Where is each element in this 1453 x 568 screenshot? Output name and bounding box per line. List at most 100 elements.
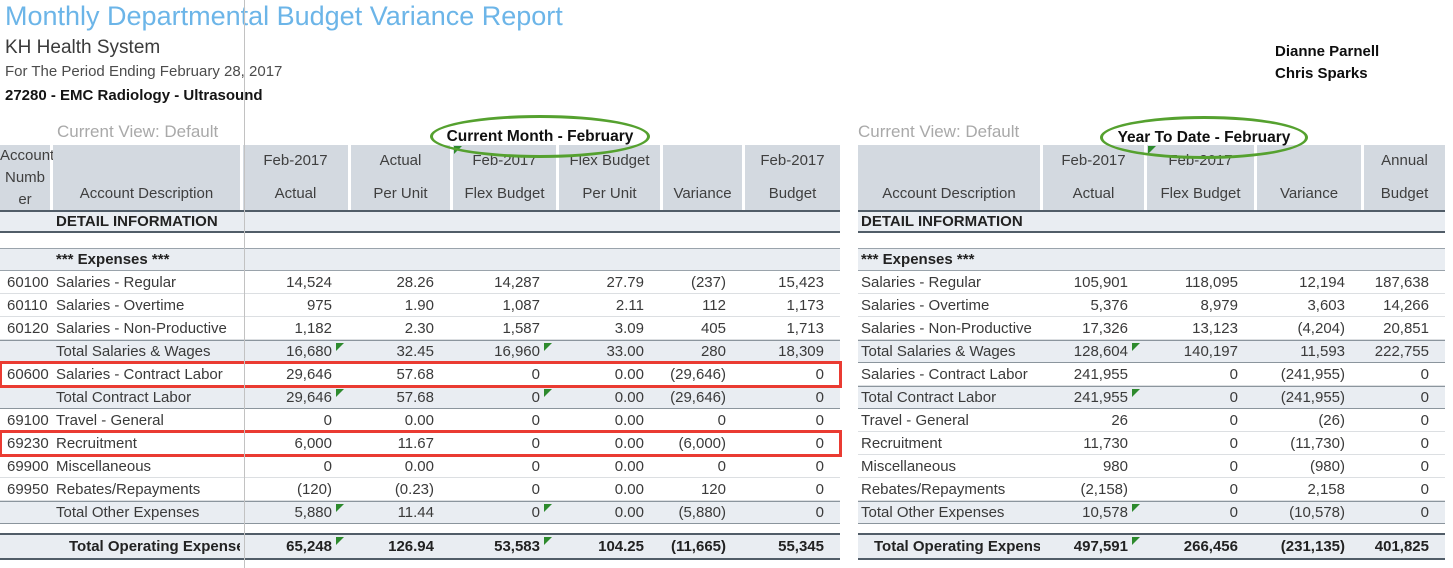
account-description-cell[interactable]: Total Operating Expenses: [858, 538, 1040, 555]
value-cell[interactable]: 0: [1364, 409, 1445, 431]
account-number-cell[interactable]: 69950: [0, 481, 50, 498]
total-row[interactable]: Total Contract Labor241,9550(241,955)0: [858, 386, 1445, 409]
value-cell[interactable]: 0: [745, 409, 840, 431]
value-cell[interactable]: 0: [1364, 432, 1445, 454]
value-cell[interactable]: 128,604: [1043, 341, 1144, 362]
account-description-cell[interactable]: Salaries - Contract Labor: [53, 366, 240, 383]
total-row[interactable]: Total Contract Labor29,64657.6800.00(29,…: [0, 386, 840, 409]
table-row[interactable]: Recruitment11,7300(11,730)0: [858, 432, 1445, 455]
column-header[interactable]: Variance: [663, 145, 742, 210]
total-row[interactable]: Total Salaries & Wages16,68032.4516,9603…: [0, 340, 840, 363]
value-cell[interactable]: 0: [243, 409, 348, 431]
value-cell[interactable]: 0: [1364, 363, 1445, 385]
detail-row[interactable]: DETAIL INFORMATION: [858, 210, 1445, 233]
table-row[interactable]: 60100Salaries - Regular14,52428.2614,287…: [0, 271, 840, 294]
value-cell[interactable]: [745, 212, 840, 231]
value-cell[interactable]: 241,955: [1043, 387, 1144, 408]
table-row[interactable]: 69100Travel - General00.0000.0000: [0, 409, 840, 432]
account-description-cell[interactable]: Rebates/Repayments: [858, 481, 1040, 498]
value-cell[interactable]: (11,730): [1257, 432, 1361, 454]
value-cell[interactable]: [453, 212, 556, 231]
value-cell[interactable]: [559, 249, 660, 270]
total-row[interactable]: Total Salaries & Wages128,604140,19711,5…: [858, 340, 1445, 363]
value-cell[interactable]: 5,880: [243, 502, 348, 523]
value-cell[interactable]: 10,578: [1043, 502, 1144, 523]
grand-row[interactable]: Total Operating Expenses497,591266,456(2…: [858, 533, 1445, 560]
table-row[interactable]: 69950Rebates/Repayments(120)(0.23)00.001…: [0, 478, 840, 501]
value-cell[interactable]: 0.00: [351, 455, 450, 477]
value-cell[interactable]: 0.00: [559, 409, 660, 431]
value-cell[interactable]: 28.26: [351, 271, 450, 293]
value-cell[interactable]: 29,646: [243, 363, 348, 385]
value-cell[interactable]: 1,087: [453, 294, 556, 316]
value-cell[interactable]: (2,158): [1043, 478, 1144, 500]
value-cell[interactable]: 65,248: [243, 535, 348, 558]
value-cell[interactable]: 15,423: [745, 271, 840, 293]
value-cell[interactable]: 14,287: [453, 271, 556, 293]
value-cell[interactable]: 1.90: [351, 294, 450, 316]
value-cell[interactable]: 13,123: [1147, 317, 1254, 339]
account-number-cell[interactable]: 69900: [0, 458, 50, 475]
value-cell[interactable]: (6,000): [663, 432, 742, 454]
value-cell[interactable]: 975: [243, 294, 348, 316]
account-description-cell[interactable]: DETAIL INFORMATION: [858, 213, 1040, 230]
column-header[interactable]: AnnualBudget: [1364, 145, 1445, 210]
value-cell[interactable]: 222,755: [1364, 341, 1445, 362]
account-number-cell[interactable]: 60600: [0, 366, 50, 383]
value-cell[interactable]: 12,194: [1257, 271, 1361, 293]
value-cell[interactable]: 105,901: [1043, 271, 1144, 293]
value-cell[interactable]: 112: [663, 294, 742, 316]
value-cell[interactable]: 280: [663, 341, 742, 362]
value-cell[interactable]: 20,851: [1364, 317, 1445, 339]
value-cell[interactable]: 55,345: [745, 535, 840, 558]
value-cell[interactable]: 18,309: [745, 341, 840, 362]
value-cell[interactable]: 0: [453, 478, 556, 500]
account-description-cell[interactable]: Total Other Expenses: [53, 504, 240, 521]
value-cell[interactable]: 140,197: [1147, 341, 1254, 362]
value-cell[interactable]: 0: [745, 478, 840, 500]
value-cell[interactable]: (237): [663, 271, 742, 293]
value-cell[interactable]: 0: [1147, 455, 1254, 477]
account-description-cell[interactable]: Miscellaneous: [858, 458, 1040, 475]
account-description-cell[interactable]: Total Contract Labor: [53, 389, 240, 406]
table-row[interactable]: Rebates/Repayments(2,158)02,1580: [858, 478, 1445, 501]
account-number-cell[interactable]: 60110: [0, 297, 50, 314]
value-cell[interactable]: 0: [1147, 363, 1254, 385]
value-cell[interactable]: [663, 212, 742, 231]
value-cell[interactable]: 0: [1147, 432, 1254, 454]
value-cell[interactable]: 1,713: [745, 317, 840, 339]
account-description-cell[interactable]: Total Other Expenses: [858, 504, 1040, 521]
value-cell[interactable]: 16,680: [243, 341, 348, 362]
column-header[interactable]: Feb-2017Actual: [243, 145, 348, 210]
value-cell[interactable]: 11.67: [351, 432, 450, 454]
value-cell[interactable]: 266,456: [1147, 535, 1254, 558]
column-header[interactable]: Feb-2017Budget: [745, 145, 840, 210]
account-description-cell[interactable]: Total Operating Expenses: [53, 538, 240, 555]
account-description-cell[interactable]: Miscellaneous: [53, 458, 240, 475]
account-description-cell[interactable]: Salaries - Overtime: [53, 297, 240, 314]
account-number-cell[interactable]: 60100: [0, 274, 50, 291]
value-cell[interactable]: 0: [663, 409, 742, 431]
value-cell[interactable]: [1147, 212, 1254, 231]
value-cell[interactable]: [1147, 249, 1254, 270]
table-row[interactable]: Miscellaneous9800(980)0: [858, 455, 1445, 478]
value-cell[interactable]: [1043, 212, 1144, 231]
account-description-cell[interactable]: Total Salaries & Wages: [53, 343, 240, 360]
value-cell[interactable]: 26: [1043, 409, 1144, 431]
account-description-cell[interactable]: Salaries - Contract Labor: [858, 366, 1040, 383]
account-description-cell[interactable]: *** Expenses ***: [858, 251, 1040, 268]
account-description-cell[interactable]: Salaries - Non-Productive: [53, 320, 240, 337]
account-description-cell[interactable]: Travel - General: [858, 412, 1040, 429]
value-cell[interactable]: 2.11: [559, 294, 660, 316]
section-row[interactable]: *** Expenses ***: [0, 248, 840, 271]
value-cell[interactable]: [1364, 212, 1445, 231]
value-cell[interactable]: 405: [663, 317, 742, 339]
value-cell[interactable]: 53,583: [453, 535, 556, 558]
value-cell[interactable]: 0: [745, 432, 840, 454]
value-cell[interactable]: 11,593: [1257, 341, 1361, 362]
value-cell[interactable]: (4,204): [1257, 317, 1361, 339]
table-row[interactable]: 60120Salaries - Non-Productive1,1822.301…: [0, 317, 840, 340]
value-cell[interactable]: 0: [1147, 387, 1254, 408]
account-number-cell[interactable]: 69100: [0, 412, 50, 429]
value-cell[interactable]: 33.00: [559, 341, 660, 362]
